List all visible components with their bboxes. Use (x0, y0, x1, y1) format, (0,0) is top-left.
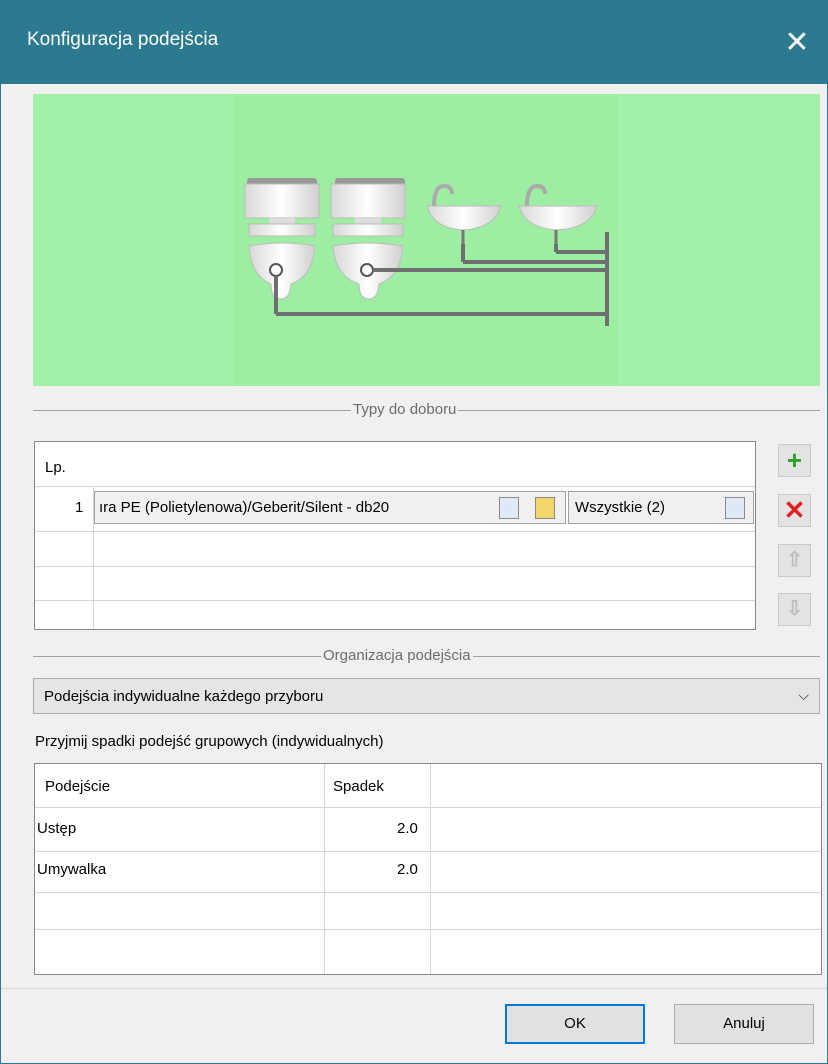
pipe-type-value: ıra PE (Polietylenowa)/Geberit/Silent - … (99, 499, 390, 516)
grid-row-line (35, 531, 755, 532)
organization-select[interactable]: Podejścia indywidualne każdego przyboru … (33, 678, 820, 714)
fixtures-value: Wszystkie (2) (575, 499, 665, 516)
slopes-label: Przyjmij spadki podejść grupowych (indyw… (35, 733, 384, 750)
footer-separator (1, 988, 827, 989)
delete-icon: ✕ (783, 495, 806, 525)
pipe-database-icon[interactable] (535, 497, 555, 519)
types-grid-header: Lp. (35, 442, 755, 487)
pipes-icon (274, 232, 609, 326)
slopes-grid[interactable]: Podejście Spadek Ustęp 2.0 Umywalka 2.0 (34, 763, 822, 975)
podejscie-column-header[interactable]: Podejście (45, 778, 110, 795)
ok-button[interactable]: OK (505, 1004, 645, 1044)
grid-row-line (35, 600, 755, 601)
slope-value[interactable]: 2.0 (397, 820, 418, 837)
slope-name: Ustęp (37, 820, 77, 837)
sink-2-icon (518, 183, 598, 246)
dialog-window: Konfiguracja podejścia ✕ Typy do doboru … (0, 0, 828, 1064)
move-up-button[interactable]: ⇧ (778, 544, 811, 577)
cancel-button[interactable]: Anuluj (674, 1004, 814, 1044)
sink-1-icon (426, 183, 502, 246)
dialog-title: Konfiguracja podejścia (27, 29, 219, 50)
fixtures-select-icon[interactable] (725, 497, 745, 519)
slope-name: Umywalka (37, 861, 107, 878)
fixtures-cell[interactable]: Wszystkie (2) (568, 491, 754, 524)
add-button[interactable]: + (778, 444, 811, 477)
types-grid[interactable]: Lp. 1 ıra PE (Polietylenowa)/Geberit/Sil… (34, 441, 756, 630)
slope-value[interactable]: 2.0 (397, 861, 418, 878)
arrow-up-icon: ⇧ (786, 549, 803, 571)
layout-preview (33, 94, 820, 386)
add-icon: + (786, 445, 803, 475)
grid-divider (324, 764, 325, 974)
organization-section-label: Organizacja podejścia (321, 647, 473, 664)
fixtures-illustration (244, 178, 609, 326)
organization-selected-value: Podejścia indywidualne każdego przyboru (44, 688, 324, 705)
header-line (35, 807, 821, 808)
arrow-down-icon: ⇩ (786, 598, 803, 620)
lp-column-header: Lp. (45, 459, 66, 476)
delete-button[interactable]: ✕ (778, 494, 811, 527)
row-number: 1 (75, 499, 84, 516)
grid-row-line (35, 851, 821, 852)
pipe-type-cell[interactable]: ıra PE (Polietylenowa)/Geberit/Silent - … (94, 491, 566, 524)
grid-row-line (35, 892, 821, 893)
move-down-button[interactable]: ⇩ (778, 593, 811, 626)
types-section-label: Typy do doboru (351, 401, 459, 418)
toilet-1-icon (244, 178, 320, 300)
pipe-select-icon[interactable] (499, 497, 519, 519)
grid-row-line (35, 566, 755, 567)
spadek-column-header[interactable]: Spadek (333, 778, 384, 795)
grid-row-line (35, 929, 821, 930)
close-button[interactable]: ✕ (767, 1, 827, 84)
toilet-2-icon (330, 178, 406, 300)
grid-divider (430, 764, 431, 974)
chevron-down-icon: ⌵ (798, 687, 809, 703)
title-bar: Konfiguracja podejścia ✕ (1, 1, 827, 84)
